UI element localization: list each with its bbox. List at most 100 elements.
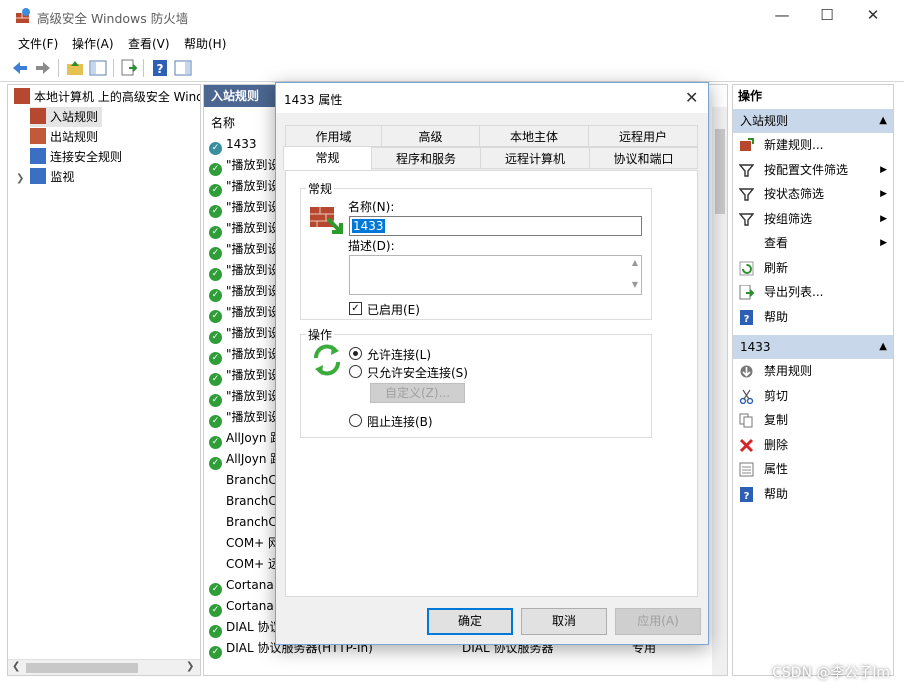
list-row[interactable]: ✓ AllJoyn 路: [209, 449, 282, 470]
action-label: 导出列表...: [764, 285, 824, 299]
tab-remote-computers[interactable]: 远程计算机: [480, 147, 590, 169]
show-hide-tree-icon[interactable]: [88, 58, 108, 78]
list-row[interactable]: ✓ "播放到设: [209, 176, 280, 197]
tab-advanced[interactable]: 高级: [381, 125, 480, 147]
action-item[interactable]: 禁用规则: [733, 359, 893, 383]
menu-file[interactable]: 文件(F): [18, 35, 58, 52]
tab-local-principals[interactable]: 本地主体: [479, 125, 589, 147]
up-folder-icon[interactable]: [65, 58, 85, 78]
list-row[interactable]: ✓ "播放到设: [209, 344, 280, 365]
tab-programs-services[interactable]: 程序和服务: [371, 147, 481, 169]
list-row[interactable]: ✓ "播放到设: [209, 365, 280, 386]
list-row[interactable]: ✓ "播放到设: [209, 155, 280, 176]
tab-scope[interactable]: 作用域: [285, 125, 382, 147]
list-row[interactable]: ✓ "播放到设: [209, 302, 280, 323]
list-row[interactable]: ✓ "播放到设: [209, 197, 280, 218]
close-window-button[interactable]: ✕: [850, 0, 896, 32]
dialog-close-icon[interactable]: ✕: [685, 88, 698, 107]
list-row[interactable]: ✓ AllJoyn 路: [209, 428, 282, 449]
export-list-icon[interactable]: [119, 58, 139, 78]
list-row[interactable]: BranchC: [209, 491, 277, 512]
tree-horizontal-scrollbar[interactable]: ❮ ❯: [8, 659, 200, 675]
allow-connection-radio[interactable]: [349, 347, 362, 360]
tree-item-outbound-rules[interactable]: 出站规则: [30, 127, 98, 147]
actions-section-rule[interactable]: 1433 ▲: [733, 335, 893, 359]
actions-section-inbound[interactable]: 入站规则 ▲: [733, 109, 893, 133]
tree-item-inbound-rules[interactable]: 入站规则: [30, 107, 103, 127]
customize-button[interactable]: 自定义(Z)...: [370, 383, 465, 403]
tree-root[interactable]: 本地计算机 上的高级安全 Wind: [14, 87, 200, 107]
list-row-name: Cortana: [226, 578, 274, 592]
action-item[interactable]: 新建规则...: [733, 133, 893, 157]
enabled-checkbox[interactable]: ✓: [349, 302, 362, 315]
menu-view[interactable]: 查看(V): [128, 35, 170, 52]
firewall-app-icon: [16, 8, 30, 23]
action-item[interactable]: 刷新: [733, 256, 893, 280]
action-item[interactable]: 复制: [733, 408, 893, 432]
collapse-up-icon[interactable]: ▲: [879, 109, 887, 133]
action-item[interactable]: 属性: [733, 457, 893, 481]
show-hide-actions-icon[interactable]: [173, 58, 193, 78]
action-item[interactable]: 按配置文件筛选 ▶: [733, 158, 893, 182]
menu-help[interactable]: 帮助(H): [184, 35, 226, 52]
enabled-check-icon: ✓: [209, 268, 222, 281]
list-row[interactable]: ✓ "播放到设: [209, 260, 280, 281]
list-scroll-thumb[interactable]: [715, 129, 725, 214]
minimize-button[interactable]: —: [759, 0, 805, 32]
menu-action[interactable]: 操作(A): [72, 35, 114, 52]
list-row[interactable]: BranchC: [209, 470, 277, 491]
list-row[interactable]: ✓ Cortana: [209, 575, 274, 596]
list-row[interactable]: ✓ 1433: [209, 134, 257, 155]
list-row[interactable]: COM+ 远: [209, 554, 280, 575]
ok-button[interactable]: 确定: [427, 608, 513, 635]
back-arrow-icon[interactable]: [10, 58, 30, 78]
list-row[interactable]: ✓ "播放到设: [209, 407, 280, 428]
column-header-name[interactable]: 名称: [211, 114, 235, 131]
cut-icon: [739, 388, 754, 404]
scroll-down-icon[interactable]: ▼: [632, 280, 638, 289]
help-icon: ?: [739, 486, 754, 502]
action-item[interactable]: 按组筛选 ▶: [733, 207, 893, 231]
action-item[interactable]: 剪切: [733, 384, 893, 408]
action-item[interactable]: 按状态筛选 ▶: [733, 182, 893, 206]
tree-item-monitoring[interactable]: ❯ 监视: [16, 167, 74, 187]
action-item[interactable]: 导出列表...: [733, 280, 893, 304]
tab-remote-users[interactable]: 远程用户: [588, 125, 698, 147]
list-row[interactable]: ✓ "播放到设: [209, 323, 280, 344]
scroll-up-icon[interactable]: ▲: [632, 258, 638, 267]
collapse-up-icon[interactable]: ▲: [879, 335, 887, 359]
name-field[interactable]: 1433: [349, 216, 642, 236]
monitoring-icon: [30, 168, 47, 184]
list-row[interactable]: COM+ 网: [209, 533, 280, 554]
action-item[interactable]: 查看 ▶: [733, 231, 893, 255]
forward-arrow-icon[interactable]: [33, 58, 53, 78]
list-row[interactable]: ✓ Cortana: [209, 596, 274, 617]
action-item[interactable]: ? 帮助: [733, 482, 893, 506]
description-field[interactable]: ▲ ▼: [349, 255, 642, 295]
cancel-button[interactable]: 取消: [521, 608, 607, 635]
scroll-right-icon[interactable]: ❯: [186, 661, 194, 672]
maximize-button[interactable]: ☐: [804, 0, 850, 32]
scroll-thumb[interactable]: [26, 663, 138, 673]
action-item[interactable]: ? 帮助: [733, 305, 893, 329]
list-row[interactable]: ✓ "播放到设: [209, 281, 280, 302]
list-row-name: "播放到设: [226, 200, 280, 214]
list-row[interactable]: ✓ DIAL 协议: [209, 617, 282, 638]
allow-secure-radio[interactable]: [349, 365, 362, 378]
action-item[interactable]: 删除: [733, 433, 893, 457]
tree-item-connection-security[interactable]: 连接安全规则: [30, 147, 122, 167]
list-row[interactable]: ✓ "播放到设: [209, 386, 280, 407]
apply-button[interactable]: 应用(A): [615, 608, 701, 635]
list-row-name: DIAL 协议: [226, 620, 282, 634]
list-vertical-scrollbar[interactable]: [712, 107, 727, 675]
list-row[interactable]: ✓ "播放到设: [209, 218, 280, 239]
scroll-left-icon[interactable]: ❮: [12, 661, 20, 672]
tab-protocols-ports[interactable]: 协议和端口: [589, 147, 698, 169]
block-connection-radio[interactable]: [349, 414, 362, 427]
list-row[interactable]: BranchC: [209, 512, 277, 533]
tab-general[interactable]: 常规: [283, 146, 372, 170]
help-icon[interactable]: ?: [150, 58, 170, 78]
list-row[interactable]: ✓ "播放到设: [209, 239, 280, 260]
enabled-check-icon: ✓: [209, 352, 222, 365]
expand-chevron-icon[interactable]: ❯: [16, 173, 24, 184]
